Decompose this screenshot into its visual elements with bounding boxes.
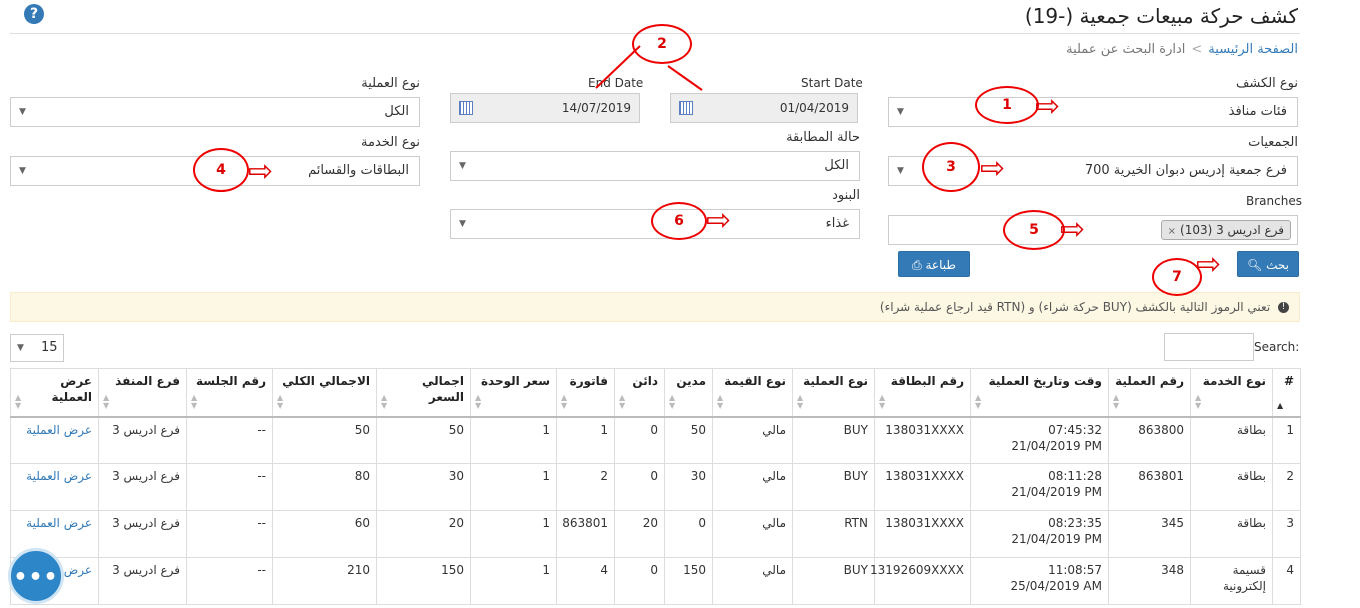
annotation-marker: 1 <box>975 86 1039 124</box>
chat-icon: ••• <box>13 565 59 590</box>
annotation-marker: 2 <box>632 24 692 64</box>
chat-widget-button[interactable]: ••• <box>8 548 64 604</box>
annotation-line <box>667 65 703 91</box>
annotation-arrow-icon: ⇨ <box>706 203 732 238</box>
annotation-marker: 4 <box>193 148 249 192</box>
annotation-marker: 6 <box>651 202 707 240</box>
annotation-arrow-icon: ⇨ <box>980 151 1006 186</box>
annotation-arrow-icon: ⇨ <box>1196 247 1222 282</box>
annotation-line <box>595 45 641 89</box>
annotation-marker: 5 <box>1003 210 1065 250</box>
annotation-marker: 3 <box>922 142 980 192</box>
annotation-arrow-icon: ⇨ <box>1060 212 1086 247</box>
annotation-arrow-icon: ⇨ <box>1035 89 1061 124</box>
annotation-arrow-icon: ⇨ <box>248 154 274 189</box>
annotation-lines <box>595 45 703 91</box>
annotation-marker: 7 <box>1152 258 1202 296</box>
